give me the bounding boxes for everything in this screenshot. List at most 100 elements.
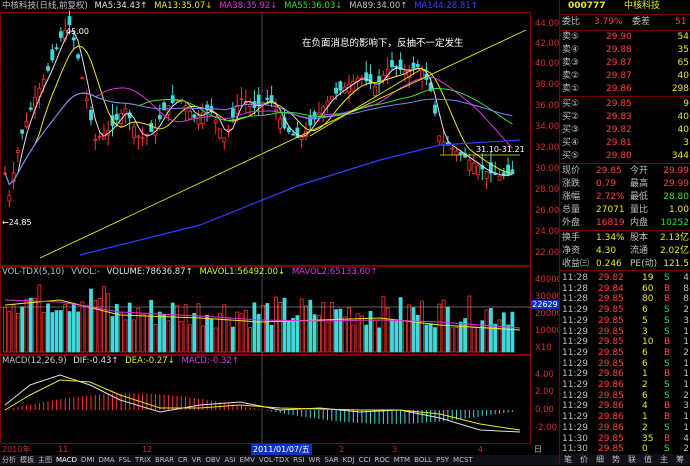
macd-axis-label: 2.00 [535,387,554,397]
volume-bar [28,297,33,353]
volume-bar [407,304,412,353]
candle-body [187,110,192,120]
volume-bar [347,307,351,353]
volume-bar [402,319,407,353]
share-row: 收益㈢ 0.246 PE(动) 121.5 [560,258,690,271]
volume-bar [3,306,7,353]
stat-label: 最低 [630,192,649,202]
volume-bar [192,313,197,353]
volume-bar [355,313,360,353]
indicator-tab[interactable]: 分析 [0,456,18,464]
stat-value: 16819 [596,218,625,228]
chart-area[interactable]: 中核科技(日线,前复权) MA5:34.43↑ MA13:35.07↓ MA38… [0,0,531,445]
candle-body [222,137,227,143]
candle-body [218,128,222,139]
volume-bar [484,309,489,353]
indicator-tab[interactable]: CR [176,456,190,464]
stat-label: 外盘 [562,218,581,228]
volume-bar [15,312,20,353]
candle-body [54,47,59,50]
order-label: 买⑤ [562,151,580,161]
stat-label: 总量 [562,205,581,215]
chart-canvas[interactable] [0,0,531,445]
indicator-tab[interactable]: EMV [238,456,257,464]
order-label: 卖⑤ [562,32,580,42]
candle-body [497,175,502,181]
volume-bar [11,304,16,353]
indicator-tab[interactable]: CCI [357,456,373,464]
macd-value-label: MACD:-0.32↑ [181,356,239,366]
indicator-tab[interactable]: ROC [372,456,391,464]
indicator-tab[interactable]: TRIX [133,456,153,464]
indicator-tab[interactable]: DMI [79,456,97,464]
indicator-tab[interactable]: DMA [96,456,116,464]
order-price: 29.83 [606,112,632,122]
candle-body [390,60,394,68]
indicator-tab[interactable]: BRAR [153,456,176,464]
order-price: 29.87 [606,71,632,81]
volume-bar [46,303,50,353]
indicator-tab[interactable]: RSI [291,456,306,464]
weicha-label: 委差 [632,17,651,27]
volume-bar [50,312,55,353]
vvol-label: VVOL:- [71,267,100,277]
indicator-tab[interactable]: VR [190,456,204,464]
candle-body [41,78,46,87]
volume-bar [321,302,326,353]
indicator-tab[interactable]: 主图 [36,456,54,464]
volume-bar [471,327,476,353]
candle-body [351,80,356,92]
indicator-tab[interactable]: VOL-TDX [257,456,291,464]
candle-body [286,127,291,133]
ma144-line [79,139,521,256]
mavol2-label: MAVOL2:65133.60↑ [291,267,378,277]
indicator-tab[interactable]: OBV [203,456,222,464]
indicator-tab[interactable]: WR [307,456,323,464]
x-label-month: 12 [142,445,153,454]
indicator-tab[interactable]: PSY [434,456,451,464]
vol-axis-label: 10000 [535,326,563,336]
indicator-tab[interactable]: MACD [54,456,79,464]
indicator-tab[interactable]: BOLL [412,456,434,464]
dif-label: DIF:-0.43↑ [73,356,119,366]
order-price: 29.85 [606,99,632,109]
price-axis-label: 42.00 [535,39,560,49]
volume-bar [175,305,179,353]
candle-body [226,129,231,132]
volume-bar [411,307,416,353]
candle-body [140,137,145,140]
volume-bar [106,293,111,353]
stat-value: 2.13亿 [659,233,689,243]
indicator-tab[interactable]: 模板 [18,456,36,464]
ma13-label: MA13:35.07↓ [154,1,213,11]
volume-bar [149,299,154,353]
share-row: 换手 1.34% 股本 2.13亿 [560,232,690,245]
macd-axis-label: 4.00 [535,370,554,380]
volume-bar [428,323,433,353]
indicator-tab[interactable]: MTM [392,456,412,464]
volume-bar [441,299,446,353]
macd-panel-frame [0,355,531,444]
macd-header: MACD(12,26,9) DIF:-0.43↑ DEA:-0.27↓ MACD… [2,356,243,367]
indicator-tab[interactable]: SAR [322,456,340,464]
order-label: 卖① [562,84,580,94]
stock-code: 000777 [568,1,606,11]
volume-bar [368,310,373,353]
indicator-tab[interactable]: KDJ [341,456,357,464]
volume-bar [497,319,502,353]
indicator-tab[interactable]: MCST [451,456,475,464]
candle-body [256,94,261,106]
volume-bar [84,304,89,353]
candle-body [484,171,489,179]
stat-label: 量比 [630,205,649,215]
stat-label: 涨幅 [562,192,581,202]
volume-bar [33,297,37,353]
candle-body [269,95,274,102]
volume-bar [282,297,287,353]
buy-order-row: 买⑤ 29.80 344 [560,150,690,163]
indicator-tab[interactable]: ASI [222,456,237,464]
stat-label: 股本 [630,233,649,243]
volume-bar [385,307,390,353]
indicator-tab[interactable]: FSL [117,456,133,464]
order-label: 卖③ [562,58,580,68]
